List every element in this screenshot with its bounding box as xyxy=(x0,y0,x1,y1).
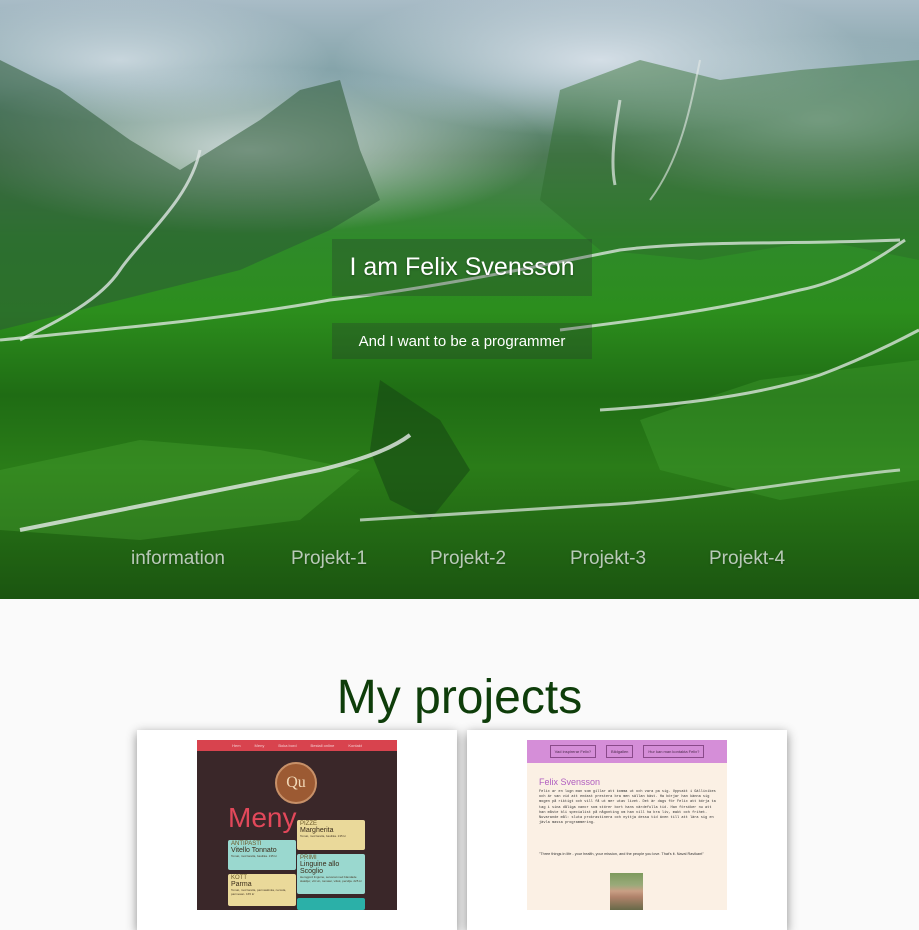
nav-link-projekt-1[interactable]: Projekt-1 xyxy=(291,548,367,570)
hero-section: I am Felix Svensson And I want to be a p… xyxy=(0,0,919,599)
hero-title-box: I am Felix Svensson xyxy=(332,239,592,296)
preview-paragraph: Felix ar en lugn man som gillar att komm… xyxy=(539,790,716,826)
menu-item-name: Parma xyxy=(231,881,252,888)
preview-nav-item: Bestall online xyxy=(310,743,335,748)
preview-nav-button: Vad inspirerar Felix? xyxy=(549,745,597,758)
nav-link-information[interactable]: information xyxy=(131,548,225,570)
personal-preview-topbar: Vad inspirerar Felix? Bildgallen Hur kan… xyxy=(527,740,727,763)
preview-nav-item: Hem xyxy=(232,743,241,748)
restaurant-menu-title: Meny xyxy=(228,802,297,833)
restaurant-preview-topbar: Hem Meny Boka bord Bestall online Kontak… xyxy=(197,740,397,751)
menu-item-card: PIZZE Margherita Tomat, mozzarella, basi… xyxy=(297,820,365,850)
preview-nav-button: Hur kan man kontakta Felix? xyxy=(643,745,705,758)
project-card-personal-page[interactable]: Vad inspirerar Felix? Bildgallen Hur kan… xyxy=(467,730,787,930)
nav-link-projekt-2[interactable]: Projekt-2 xyxy=(430,548,506,570)
nav-link-projekt-4[interactable]: Projekt-4 xyxy=(709,548,785,570)
menu-item-name: Linguine allo Scoglio xyxy=(300,861,340,875)
restaurant-preview-image: Hem Meny Boka bord Bestall online Kontak… xyxy=(197,740,397,910)
restaurant-logo: Qu xyxy=(275,762,317,804)
menu-item-desc: Hemgjord linguine, serverat med blandade… xyxy=(300,875,362,883)
mountain-valley-background xyxy=(0,59,919,540)
preview-nav-item: Kontakt xyxy=(348,743,362,748)
hero-title: I am Felix Svensson xyxy=(349,253,575,281)
restaurant-logo-text: Qu xyxy=(286,774,306,791)
preview-portrait-photo xyxy=(610,873,643,910)
menu-item-card: ANTIPASTI Vitello Tonnato Tomat, mozzare… xyxy=(228,840,296,870)
menu-item-desc: Tomat, mozzarella, parmaskinka, ruccola,… xyxy=(231,888,287,896)
menu-item-card: KOTT Parma Tomat, mozzarella, parmaskink… xyxy=(228,874,296,906)
preview-nav-item: Boka bord xyxy=(278,743,297,748)
hero-subtitle: And I want to be a programmer xyxy=(358,332,566,350)
menu-item-name: Margherita xyxy=(300,827,334,834)
preview-nav-item: Meny xyxy=(254,743,265,748)
projects-heading: My projects xyxy=(336,671,583,724)
hero-navigation: information Projekt-1 Projekt-2 Projekt-… xyxy=(0,548,919,578)
nav-link-projekt-3[interactable]: Projekt-3 xyxy=(570,548,646,570)
menu-item-card-partial xyxy=(297,898,365,910)
menu-item-name: Vitello Tonnato xyxy=(231,847,277,854)
preview-name: Felix Svensson xyxy=(539,777,601,787)
preview-nav-button: Bildgallen xyxy=(606,745,634,758)
menu-item-desc: Tomat, mozzarella, basilika. 135 kr xyxy=(231,854,278,858)
menu-item-desc: Tomat, mozzarella, basilika. 135 kr xyxy=(300,834,347,838)
personal-page-preview-image: Vad inspirerar Felix? Bildgallen Hur kan… xyxy=(527,740,727,910)
hero-subtitle-box: And I want to be a programmer xyxy=(332,323,592,359)
menu-item-card: PRIMI Linguine allo Scoglio Hemgjord lin… xyxy=(297,854,365,894)
preview-quote: "Three things in life - your health, you… xyxy=(539,852,704,856)
project-card-restaurant[interactable]: Hem Meny Boka bord Bestall online Kontak… xyxy=(137,730,457,930)
